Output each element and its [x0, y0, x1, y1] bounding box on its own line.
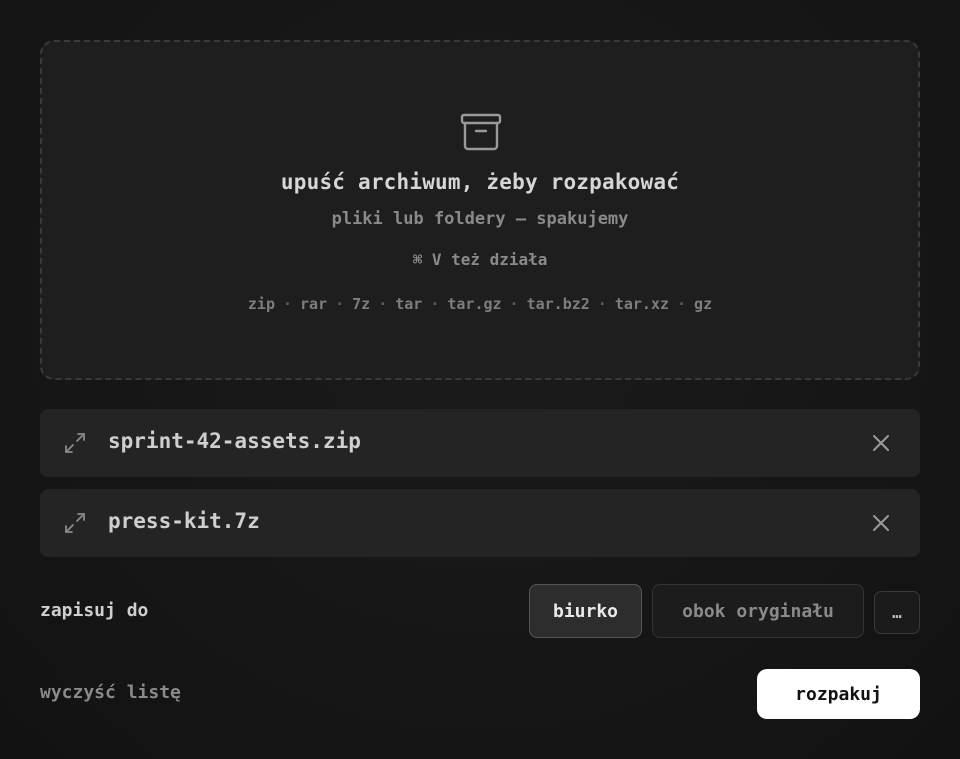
- clear-list-button[interactable]: wyczyść listę: [40, 682, 181, 703]
- format-separator: ·: [335, 295, 345, 313]
- extract-button[interactable]: rozpakuj: [757, 669, 920, 719]
- format-zip: zip: [247, 295, 275, 313]
- format-separator: ·: [509, 295, 519, 313]
- format-tar-xz: tar.xz: [614, 295, 670, 313]
- format-tar-bz2: tar.bz2: [526, 295, 590, 313]
- file-item[interactable]: press-kit.7z: [40, 489, 920, 557]
- format-tar-gz: tar.gz: [447, 295, 502, 313]
- format-separator: ·: [597, 295, 607, 313]
- drop-zone-title: upuść archiwum, żeby rozpakować: [280, 170, 680, 194]
- save-to-label: zapisuj do: [40, 600, 149, 621]
- expand-arrows-icon[interactable]: [64, 432, 86, 454]
- format-separator: ·: [677, 295, 687, 313]
- format-gz: gz: [694, 295, 713, 313]
- format-separator: ·: [430, 295, 440, 313]
- format-rar: rar: [300, 295, 328, 313]
- format-tar: tar: [395, 295, 423, 313]
- archive-box-icon: [460, 113, 502, 151]
- expand-arrows-icon[interactable]: [64, 512, 86, 534]
- drop-zone[interactable]: upuść archiwum, żeby rozpakować pliki lu…: [40, 40, 920, 380]
- paste-hint: ⌘ V też działa: [412, 250, 548, 269]
- file-name: sprint-42-assets.zip: [108, 429, 361, 453]
- more-options-button[interactable]: …: [874, 591, 920, 634]
- file-name: press-kit.7z: [108, 509, 260, 533]
- save-option-desktop[interactable]: biurko: [529, 584, 642, 638]
- format-7z: 7z: [352, 295, 371, 313]
- save-option-next-to-original[interactable]: obok oryginału: [652, 584, 864, 638]
- file-item[interactable]: sprint-42-assets.zip: [40, 409, 920, 477]
- close-icon[interactable]: [872, 514, 890, 532]
- format-separator: ·: [378, 295, 388, 313]
- supported-formats: zip · rar · 7z · tar · tar.gz · tar.bz2 · tar.xz · gz: [42, 295, 918, 313]
- app-window: upuść archiwum, żeby rozpakować pliki lu…: [0, 0, 960, 759]
- close-icon[interactable]: [872, 434, 890, 452]
- drop-zone-subtitle: pliki lub foldery — spakujemy: [331, 209, 629, 229]
- format-separator: ·: [282, 295, 293, 313]
